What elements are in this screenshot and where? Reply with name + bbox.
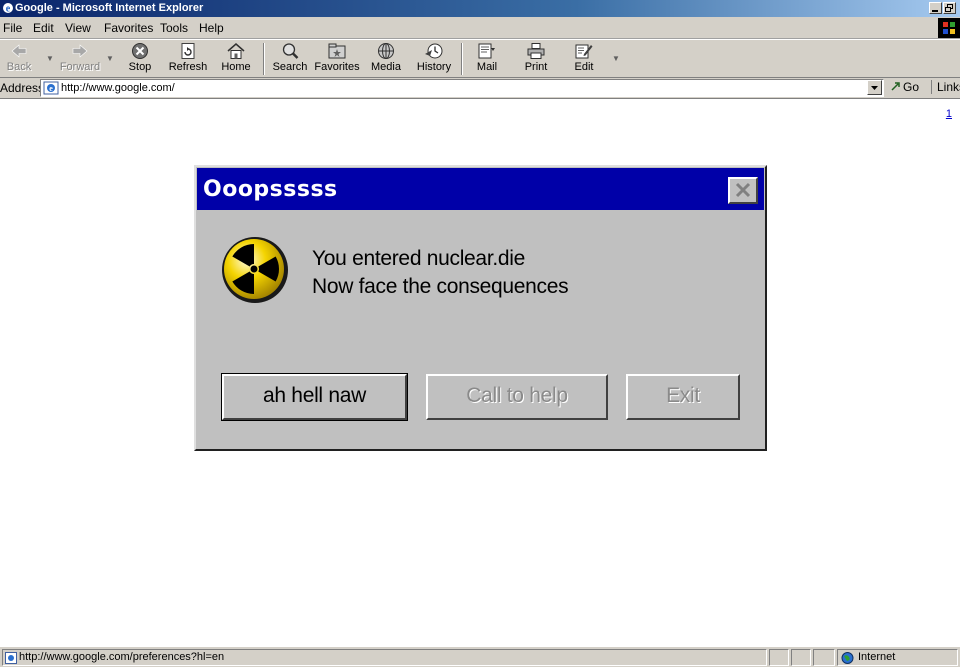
favorites-icon bbox=[328, 43, 346, 59]
links-button[interactable]: Links bbox=[931, 80, 960, 94]
dialog-message-line2: Now face the consequences bbox=[312, 275, 569, 298]
radiation-icon bbox=[222, 237, 288, 303]
svg-text:e: e bbox=[49, 84, 53, 93]
edit-icon bbox=[575, 44, 593, 59]
status-bar: http://www.google.com/preferences?hl=en … bbox=[0, 646, 960, 667]
address-input[interactable] bbox=[61, 82, 861, 94]
print-icon bbox=[527, 43, 545, 59]
home-icon bbox=[227, 43, 245, 59]
ah-hell-naw-button[interactable]: ah hell naw bbox=[222, 374, 407, 420]
window-title-bar[interactable]: e Google - Microsoft Internet Explorer bbox=[0, 0, 960, 17]
menu-bar: File Edit View Favorites Tools Help bbox=[0, 17, 960, 39]
back-button[interactable]: Back bbox=[0, 42, 42, 76]
address-field[interactable]: e bbox=[40, 79, 884, 97]
call-to-help-button: Call to help bbox=[426, 374, 608, 420]
dialog-box: Ooopsssss You entered nuclear.die Now fa… bbox=[194, 165, 767, 451]
status-page-icon bbox=[5, 652, 17, 664]
page-icon: e bbox=[43, 81, 59, 95]
forward-dropdown-arrow-icon[interactable]: ▼ bbox=[106, 54, 114, 63]
restore-icon bbox=[945, 4, 953, 12]
toolbar: Back ▼ Forward ▼ Stop Refresh Home Searc… bbox=[0, 39, 960, 78]
dialog-title: Ooopsssss bbox=[203, 177, 338, 202]
go-button[interactable]: Go bbox=[891, 80, 919, 94]
forward-arrow-icon bbox=[72, 44, 88, 58]
address-bar: Address e Go Links bbox=[0, 78, 960, 99]
security-zone-text: Internet bbox=[858, 651, 896, 663]
close-icon bbox=[735, 182, 751, 198]
window-title: Google - Microsoft Internet Explorer bbox=[15, 2, 204, 14]
windows-logo-icon bbox=[943, 22, 955, 34]
status-panel-empty bbox=[813, 649, 835, 666]
stop-icon bbox=[132, 43, 148, 59]
dialog-title-bar[interactable]: Ooopsssss bbox=[197, 168, 764, 210]
address-dropdown-button[interactable] bbox=[867, 80, 882, 95]
chevron-down-icon bbox=[871, 86, 878, 90]
throbber-logo bbox=[938, 18, 960, 38]
corner-link[interactable]: 1 bbox=[946, 108, 952, 120]
menu-tools[interactable]: Tools bbox=[160, 21, 188, 35]
internet-globe-icon bbox=[841, 652, 854, 664]
restore-button[interactable] bbox=[943, 2, 956, 14]
toolbar-separator bbox=[461, 43, 463, 75]
toolbar-separator bbox=[263, 43, 265, 75]
minimize-icon bbox=[932, 10, 938, 12]
security-zone-panel[interactable]: Internet bbox=[837, 649, 958, 666]
back-arrow-icon bbox=[11, 44, 27, 58]
mail-icon bbox=[478, 43, 495, 59]
menu-edit[interactable]: Edit bbox=[33, 21, 54, 35]
history-button[interactable]: History bbox=[411, 42, 457, 76]
dialog-close-button[interactable] bbox=[728, 177, 758, 204]
search-button[interactable]: Search bbox=[267, 42, 313, 76]
home-button[interactable]: Home bbox=[213, 42, 259, 76]
go-arrow-icon bbox=[891, 82, 900, 91]
refresh-icon bbox=[181, 43, 195, 59]
status-panel-empty bbox=[769, 649, 789, 666]
menu-file[interactable]: File bbox=[3, 21, 22, 35]
dialog-message-line1: You entered nuclear.die bbox=[312, 247, 526, 270]
history-icon bbox=[425, 43, 443, 59]
ie-icon: e bbox=[3, 3, 13, 15]
media-icon bbox=[378, 43, 394, 59]
print-button[interactable]: Print bbox=[513, 42, 559, 76]
edit-button[interactable]: Edit bbox=[561, 42, 607, 76]
forward-button[interactable]: Forward bbox=[57, 42, 103, 76]
status-text: http://www.google.com/preferences?hl=en bbox=[19, 651, 225, 663]
status-panel-empty bbox=[791, 649, 811, 666]
menu-help[interactable]: Help bbox=[199, 21, 224, 35]
status-text-panel: http://www.google.com/preferences?hl=en bbox=[2, 649, 767, 666]
media-button[interactable]: Media bbox=[363, 42, 409, 76]
menu-favorites[interactable]: Favorites bbox=[104, 21, 153, 35]
mail-button[interactable]: Mail bbox=[464, 42, 510, 76]
search-icon bbox=[282, 43, 299, 59]
exit-button: Exit bbox=[626, 374, 740, 420]
favorites-button[interactable]: Favorites bbox=[314, 42, 360, 76]
address-label: Address bbox=[0, 81, 45, 95]
stop-button[interactable]: Stop bbox=[117, 42, 163, 76]
menu-view[interactable]: View bbox=[65, 21, 91, 35]
refresh-button[interactable]: Refresh bbox=[165, 42, 211, 76]
back-dropdown-arrow-icon[interactable]: ▼ bbox=[46, 54, 54, 63]
toolbar-more-arrow-icon[interactable]: ▼ bbox=[612, 54, 620, 63]
minimize-button[interactable] bbox=[929, 2, 942, 14]
svg-text:e: e bbox=[6, 4, 11, 15]
